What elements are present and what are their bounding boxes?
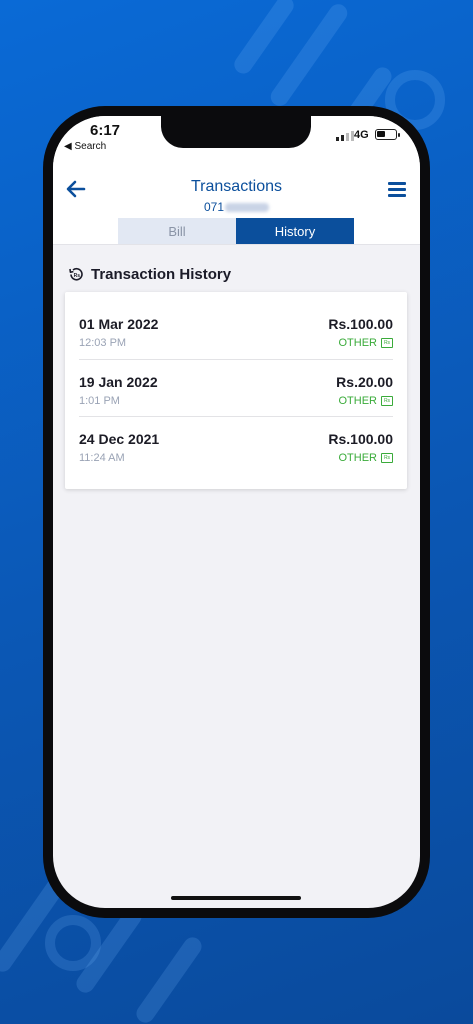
account-number-masked (225, 203, 270, 213)
rupee-note-icon: Rs (381, 338, 393, 348)
transaction-type: OTHER Rs (338, 395, 393, 407)
app-header: Transactions 071 Bill History (53, 162, 420, 245)
app-screen: 6:17 ◀ Search 4G Transactions 071 Bill H… (53, 116, 420, 908)
status-time: 6:17 (90, 122, 121, 139)
transaction-row[interactable]: 24 Dec 2021 11:24 AM Rs.100.00 OTHER Rs (79, 416, 393, 474)
transaction-list: 01 Mar 2022 12:03 PM Rs.100.00 OTHER Rs … (65, 292, 407, 489)
transaction-type: OTHER Rs (338, 337, 393, 349)
page-title: Transactions (191, 178, 282, 195)
transaction-type-label: OTHER (338, 452, 378, 464)
bg-decoration (45, 915, 101, 971)
notch (161, 116, 311, 148)
transaction-row[interactable]: 01 Mar 2022 12:03 PM Rs.100.00 OTHER Rs (79, 302, 393, 359)
home-indicator[interactable] (171, 896, 301, 900)
signal-icon (336, 131, 354, 141)
section-title: Transaction History (91, 266, 232, 283)
bg-decoration (132, 933, 206, 1024)
transaction-type: OTHER Rs (338, 452, 393, 464)
account-number-prefix: 071 (203, 200, 225, 214)
section-heading: Rs Transaction History (68, 266, 231, 283)
transaction-date: 01 Mar 2022 (79, 316, 159, 332)
tab-bill[interactable]: Bill (118, 218, 236, 244)
history-icon: Rs (68, 266, 85, 283)
account-number: 071 (53, 200, 420, 214)
bg-decoration (230, 0, 298, 78)
svg-text:Rs: Rs (74, 273, 81, 279)
transaction-type-label: OTHER (338, 395, 378, 407)
transaction-row[interactable]: 19 Jan 2022 1:01 PM Rs.20.00 OTHER Rs (79, 359, 393, 417)
tab-history[interactable]: History (236, 218, 354, 244)
transaction-date: 24 Dec 2021 (79, 431, 160, 447)
rupee-note-icon: Rs (381, 453, 393, 463)
phone-frame: 6:17 ◀ Search 4G Transactions 071 Bill H… (43, 106, 430, 918)
transaction-time: 12:03 PM (79, 337, 127, 349)
transaction-amount: Rs.20.00 (336, 374, 393, 390)
transaction-time: 11:24 AM (79, 452, 125, 464)
network-type: 4G (354, 129, 369, 141)
hamburger-menu-icon[interactable] (388, 182, 406, 197)
rupee-note-icon: Rs (381, 396, 393, 406)
transaction-date: 19 Jan 2022 (79, 374, 158, 390)
transaction-time: 1:01 PM (79, 395, 120, 407)
transaction-amount: Rs.100.00 (328, 316, 393, 332)
transaction-amount: Rs.100.00 (328, 431, 393, 447)
back-to-search-link[interactable]: ◀ Search (64, 141, 106, 152)
battery-icon (375, 129, 400, 140)
tab-switcher: Bill History (118, 218, 354, 244)
transaction-type-label: OTHER (338, 337, 378, 349)
